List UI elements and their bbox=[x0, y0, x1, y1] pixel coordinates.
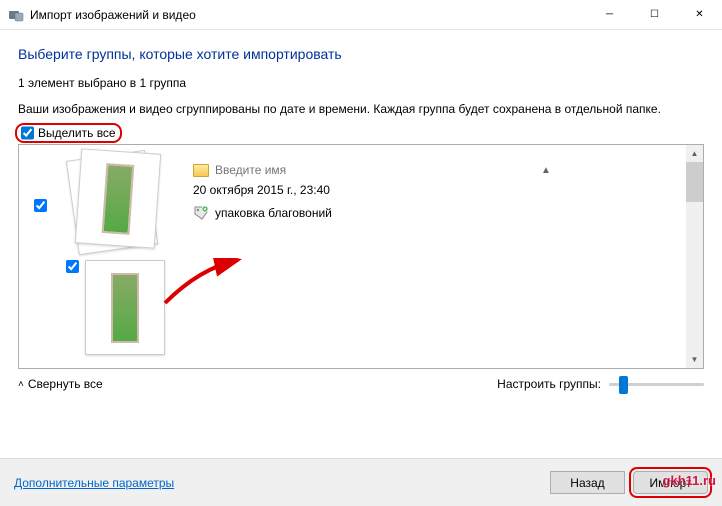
slider-thumb[interactable] bbox=[619, 376, 628, 394]
maximize-button[interactable]: ☐ bbox=[632, 0, 677, 30]
select-all-label: Выделить все bbox=[38, 126, 116, 140]
group-date: 20 октября 2015 г., 23:40 bbox=[193, 183, 680, 197]
collapse-icon[interactable]: ▲ bbox=[541, 165, 551, 176]
scroll-up-button[interactable]: ▲ bbox=[686, 145, 703, 162]
select-all-highlight: Выделить все bbox=[18, 126, 119, 140]
scroll-down-button[interactable]: ▼ bbox=[686, 351, 703, 368]
minimize-button[interactable]: ─ bbox=[587, 0, 632, 30]
app-icon bbox=[8, 7, 24, 23]
scroll-track[interactable] bbox=[686, 162, 703, 351]
selection-status: 1 элемент выбрано в 1 группа bbox=[18, 76, 704, 90]
folder-icon bbox=[193, 164, 209, 177]
group-slider[interactable] bbox=[609, 383, 704, 386]
back-button[interactable]: Назад bbox=[550, 471, 625, 494]
page-heading: Выберите группы, которые хотите импортир… bbox=[18, 46, 704, 62]
item-thumbnail[interactable] bbox=[85, 260, 165, 355]
more-params-link[interactable]: Дополнительные параметры bbox=[14, 476, 174, 490]
group-checkbox[interactable] bbox=[34, 199, 47, 212]
titlebar: Импорт изображений и видео ─ ☐ ✕ bbox=[0, 0, 722, 30]
collapse-all-label: Свернуть все bbox=[28, 377, 103, 391]
group-name-input[interactable] bbox=[215, 163, 415, 177]
scroll-thumb[interactable] bbox=[686, 162, 703, 202]
chevron-up-icon: ˄ bbox=[18, 379, 24, 390]
window-title: Импорт изображений и видео bbox=[30, 8, 587, 22]
close-button[interactable]: ✕ bbox=[677, 0, 722, 30]
description-text: Ваши изображения и видео сгруппированы п… bbox=[18, 102, 704, 116]
collapse-all-link[interactable]: ˄ Свернуть все bbox=[18, 377, 103, 391]
select-all-checkbox[interactable] bbox=[21, 126, 34, 140]
group-list: ▲ 20 октября 2015 г., 23:40 упаковка бла… bbox=[18, 144, 704, 369]
item-checkbox[interactable] bbox=[66, 260, 79, 273]
scrollbar[interactable]: ▲ ▼ bbox=[686, 145, 703, 368]
group-row: ▲ 20 октября 2015 г., 23:40 упаковка бла… bbox=[25, 151, 680, 355]
adjust-groups-label: Настроить группы: bbox=[497, 377, 601, 391]
footer: Дополнительные параметры Назад Импорт bbox=[0, 458, 722, 506]
import-button[interactable]: Импорт bbox=[633, 471, 708, 494]
group-thumbnail-stack[interactable] bbox=[68, 151, 163, 256]
add-tag-icon[interactable] bbox=[193, 205, 209, 221]
group-tag: упаковка благовоний bbox=[215, 206, 332, 220]
